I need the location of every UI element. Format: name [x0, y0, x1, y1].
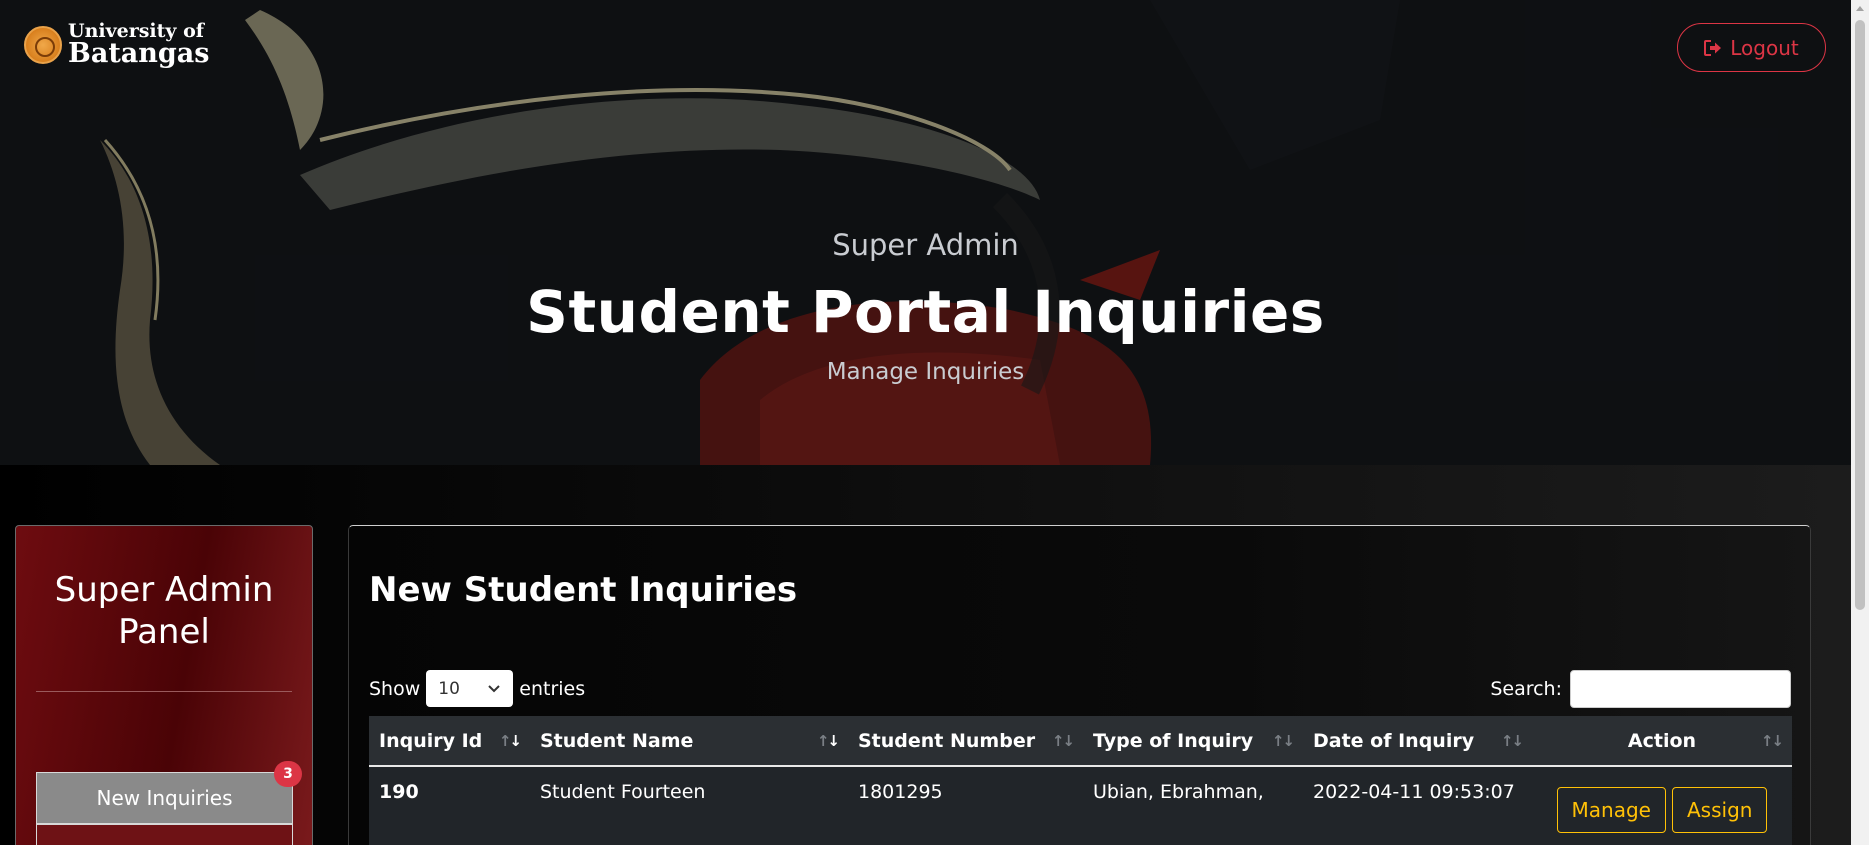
sort-icon: ↑↓	[1760, 732, 1784, 750]
table-search: Search:	[1490, 670, 1791, 708]
column-label: Inquiry Id	[379, 729, 483, 752]
logout-button[interactable]: Logout	[1677, 23, 1826, 72]
cell-student-name: Student Fourteen	[530, 766, 848, 845]
column-label: Date of Inquiry	[1313, 729, 1475, 752]
table-row: 190 Student Fourteen 1801295 Ubian, Ebra…	[369, 766, 1792, 845]
column-label: Student Name	[540, 729, 694, 752]
cell-student-number: 1801295	[848, 766, 1083, 845]
sidebar-divider	[36, 691, 292, 692]
inquiries-table: Inquiry Id ↑↓ Student Name ↑↓ Student Nu…	[369, 716, 1792, 845]
scrollbar-thumb[interactable]	[1855, 20, 1865, 610]
university-wordmark: University of Batangas	[68, 22, 210, 69]
university-logo[interactable]: University of Batangas	[24, 22, 210, 67]
page-length-select[interactable]: 10	[426, 670, 514, 707]
main-content: Super Admin Panel 3 New Inquiries New St…	[0, 465, 1851, 845]
cell-inquiry-date: 2022-04-11 09:53:07	[1303, 766, 1532, 845]
row-actions: Manage Assign	[1542, 781, 1782, 833]
hero-banner: University of Batangas Logout Super Admi…	[0, 0, 1851, 465]
sidebar-item-new-inquiries[interactable]: New Inquiries	[36, 772, 293, 824]
column-header-action[interactable]: Action ↑↓	[1532, 716, 1792, 767]
column-label: Student Number	[858, 729, 1036, 752]
column-header-student-number[interactable]: Student Number ↑↓	[848, 716, 1083, 767]
search-label: Search:	[1490, 678, 1562, 700]
column-label: Type of Inquiry	[1093, 729, 1254, 752]
assign-button[interactable]: Assign	[1672, 787, 1768, 833]
sort-desc-icon: ↑↓	[816, 732, 840, 750]
vertical-scrollbar[interactable]	[1851, 0, 1869, 845]
university-seal-icon	[24, 25, 62, 64]
cell-inquiry-id: 190	[369, 766, 530, 845]
admin-sidebar: Super Admin Panel 3 New Inquiries	[15, 525, 313, 845]
show-label: Show	[369, 677, 421, 700]
card-title: New Student Inquiries	[369, 570, 798, 610]
sidebar-item-next[interactable]	[36, 824, 293, 845]
inquiries-card: New Student Inquiries Show 10 entries Se…	[348, 525, 1811, 845]
chevron-down-icon	[488, 684, 500, 692]
column-label: Action	[1627, 729, 1697, 752]
manage-button[interactable]: Manage	[1556, 787, 1666, 833]
sign-out-icon	[1704, 39, 1722, 56]
sort-desc-active-icon: ↑↓	[498, 732, 522, 750]
page: University of Batangas Logout Super Admi…	[0, 0, 1869, 845]
page-title: Student Portal Inquiries	[526, 278, 1325, 346]
scroll-up-arrow-icon[interactable]	[1856, 6, 1864, 11]
logout-label: Logout	[1730, 35, 1799, 60]
new-inquiries-count-badge: 3	[274, 761, 302, 787]
column-header-inquiry-id[interactable]: Inquiry Id ↑↓	[369, 716, 530, 767]
brand-line-2: Batangas	[68, 38, 210, 69]
cell-inquiry-type: Ubian, Ebrahman,	[1083, 766, 1303, 845]
sort-icon: ↑↓	[1271, 732, 1295, 750]
hero-lead: Manage Inquiries	[826, 359, 1025, 385]
entries-label: entries	[519, 677, 586, 700]
page-length-control: Show 10 entries	[369, 670, 585, 707]
sidebar-title: Super Admin Panel	[54, 570, 274, 652]
page-length-value: 10	[438, 678, 460, 699]
hero-subtitle: Super Admin	[832, 228, 1019, 262]
sort-icon: ↑↓	[1500, 732, 1524, 750]
column-header-type[interactable]: Type of Inquiry ↑↓	[1083, 716, 1303, 767]
column-header-student-name[interactable]: Student Name ↑↓	[530, 716, 848, 767]
search-input[interactable]	[1570, 670, 1791, 708]
sidebar-item-label: New Inquiries	[96, 786, 233, 810]
sort-icon: ↑↓	[1051, 732, 1075, 750]
cell-actions: Manage Assign	[1532, 766, 1792, 845]
table-header-row: Inquiry Id ↑↓ Student Name ↑↓ Student Nu…	[369, 716, 1792, 767]
column-header-date[interactable]: Date of Inquiry ↑↓	[1303, 716, 1532, 767]
